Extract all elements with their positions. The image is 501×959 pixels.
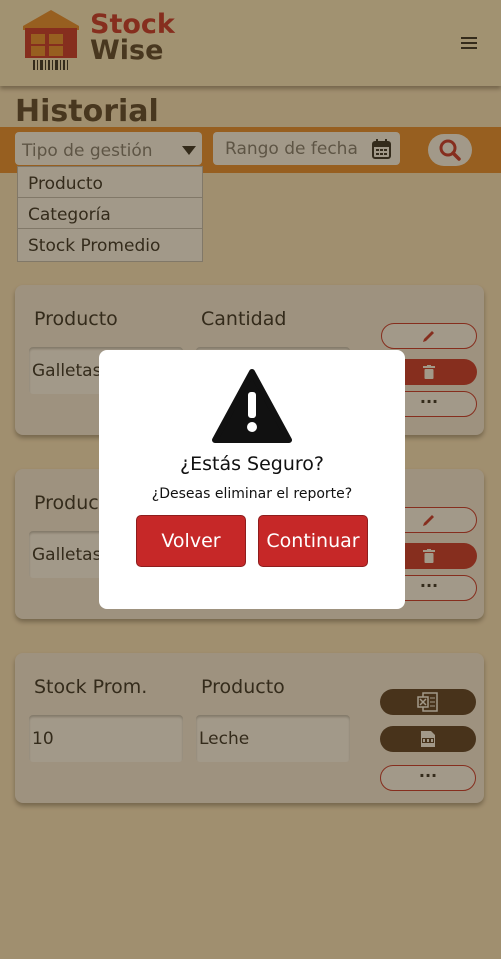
confirm-delete-dialog: ¿Estás Seguro? ¿Deseas eliminar el repor…: [99, 350, 405, 609]
dialog-message: ¿Deseas eliminar el reporte?: [151, 486, 353, 502]
dialog-title: ¿Estás Seguro?: [180, 453, 324, 475]
continue-button[interactable]: Continuar: [258, 515, 368, 567]
back-button[interactable]: Volver: [136, 515, 246, 567]
warning-icon: [212, 369, 292, 443]
